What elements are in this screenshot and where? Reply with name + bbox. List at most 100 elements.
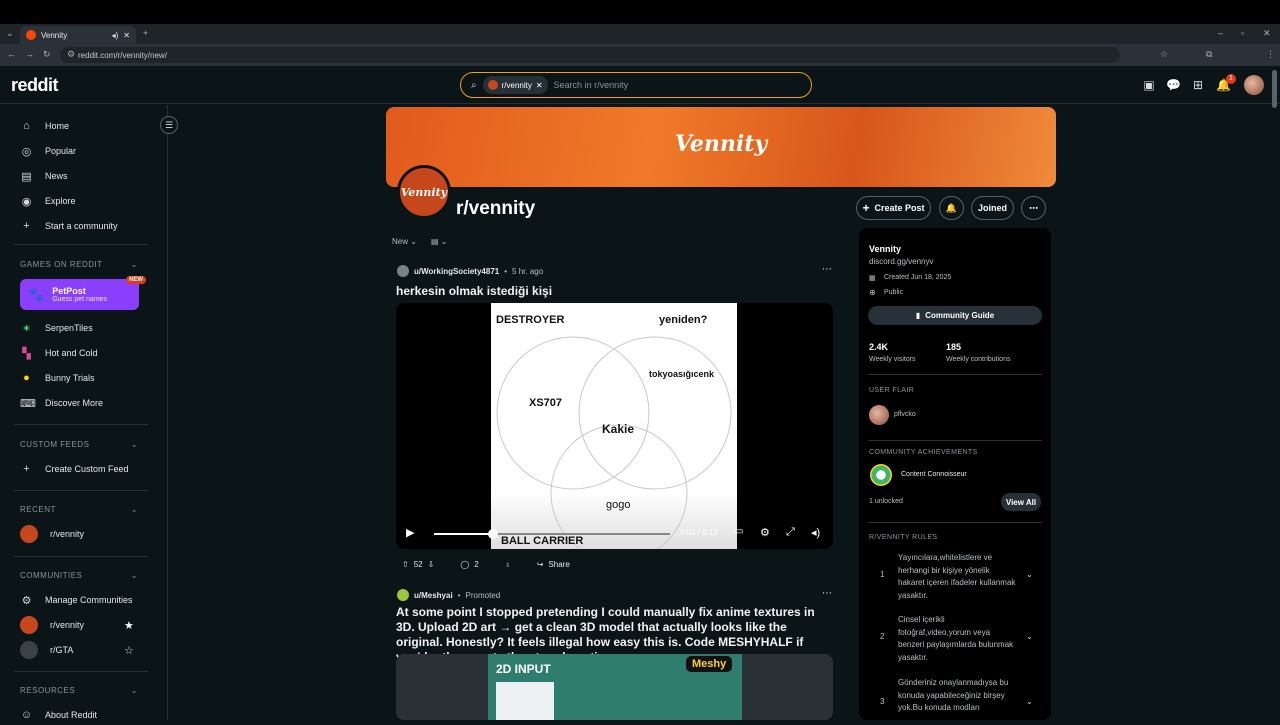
rule-text: Yayıncılara,whitelistlere ve herhangi bi… xyxy=(898,553,1016,600)
feed-sort-row: New ⌄ ▤ ⌄ xyxy=(392,237,447,246)
tab-audio-icon[interactable]: ◂) xyxy=(112,31,119,40)
post-options-icon[interactable]: ⋯ xyxy=(822,264,832,275)
more-options-button[interactable]: ⋯ xyxy=(1021,196,1046,220)
resources-header[interactable]: RESOURCES ⌄ xyxy=(20,686,138,695)
back-icon[interactable]: ← xyxy=(7,49,16,59)
reload-icon[interactable]: ↻ xyxy=(43,49,51,60)
post-author-avatar[interactable] xyxy=(397,589,409,601)
captions-icon[interactable]: ▭ xyxy=(734,526,743,537)
promoted-media[interactable]: 2D INPUT Meshy xyxy=(396,654,833,720)
volume-icon[interactable]: ◂) xyxy=(811,526,820,539)
advertise-icon[interactable]: ▣ xyxy=(1142,78,1156,92)
video-seek-handle[interactable] xyxy=(488,529,498,539)
fullscreen-icon[interactable]: ⤢ xyxy=(786,526,795,539)
manage-communities[interactable]: ⚙ Manage Communities xyxy=(20,590,133,610)
notification-bell-button[interactable]: 🔔 xyxy=(939,196,964,220)
vote-count: 52 xyxy=(413,559,423,569)
window-close-icon[interactable]: ✕ xyxy=(1263,28,1271,39)
favorite-star-filled-icon[interactable]: ★ xyxy=(124,619,134,632)
new-tab-icon[interactable]: + xyxy=(143,28,148,38)
joined-button[interactable]: Joined xyxy=(971,196,1014,220)
game-bunny-trials[interactable]: ● Bunny Trials xyxy=(20,368,94,388)
favorite-star-icon[interactable]: ☆ xyxy=(124,644,134,657)
bookmark-star-icon[interactable]: ☆ xyxy=(1160,49,1168,60)
about-reddit[interactable]: ☺ About Reddit xyxy=(20,705,97,725)
search-input[interactable]: Search in r/vennity xyxy=(554,80,629,90)
create-custom-feed[interactable]: + Create Custom Feed xyxy=(20,459,128,479)
browser-tab[interactable]: Vennity ◂) ✕ xyxy=(20,26,136,44)
extensions-icon[interactable]: ⧉ xyxy=(1206,49,1212,60)
post-author[interactable]: u/Meshyai xyxy=(414,591,453,600)
maximize-icon[interactable]: ▫ xyxy=(1241,28,1244,38)
game-discover-more[interactable]: ⌨ Discover More xyxy=(20,393,103,413)
nav-news[interactable]: ▤ News xyxy=(20,166,67,186)
tab-close-icon[interactable]: ✕ xyxy=(123,31,130,40)
collapse-sidebar-button[interactable]: ☰ xyxy=(160,116,178,134)
settings-gear-icon[interactable]: ⚙ xyxy=(760,526,770,539)
recent-vennity[interactable]: r/vennity xyxy=(20,524,84,544)
forward-icon[interactable]: → xyxy=(25,49,34,59)
chevron-down-icon: ⌄ xyxy=(440,237,448,246)
community-guide-button[interactable]: ▮ Community Guide xyxy=(868,306,1042,325)
tab-list-icon[interactable]: ⌄ xyxy=(6,28,14,39)
url-bar[interactable]: reddit.com/r/vennity/new/ xyxy=(60,47,1120,63)
home-icon: ⌂ xyxy=(23,120,30,132)
browser-menu-icon[interactable]: ⋮ xyxy=(1266,49,1275,60)
search-bar[interactable]: ⌕ r/vennity ✕ Search in r/vennity xyxy=(460,72,812,98)
communities-header[interactable]: COMMUNITIES ⌄ xyxy=(20,571,138,580)
view-dropdown[interactable]: ▤ ⌄ xyxy=(431,237,448,246)
post-author[interactable]: u/WorkingSociety4871 xyxy=(414,267,499,276)
rule-item[interactable]: 3 Gönderiniz onaylanmadıysa bu konuda ya… xyxy=(868,677,1042,720)
play-icon[interactable]: ▶ xyxy=(406,526,414,539)
flair-username[interactable]: pflvcko xyxy=(894,411,916,418)
view-all-button[interactable]: View All xyxy=(1001,493,1041,511)
nav-start-community[interactable]: + Start a community xyxy=(20,216,117,236)
flair-avatar[interactable] xyxy=(869,405,889,425)
chevron-down-icon: ⌄ xyxy=(130,571,138,580)
nav-home[interactable]: ⌂ Home xyxy=(20,116,69,136)
petpost-game[interactable]: 🐾 PetPost Guess pet names xyxy=(20,279,139,310)
upvote-icon[interactable]: ⇧ xyxy=(402,560,409,569)
award-button[interactable]: ♁ xyxy=(501,556,515,572)
banner-logo: Vennity xyxy=(674,131,768,157)
chevron-down-icon: ⌄ xyxy=(130,505,138,514)
video-player[interactable]: DESTROYER yeniden? XS707 tokyoasığıcenk … xyxy=(396,303,833,549)
post-author-avatar[interactable] xyxy=(397,265,409,277)
promo-image-label: 2D INPUT xyxy=(496,662,551,676)
site-info-icon[interactable]: ⚙ xyxy=(67,49,75,60)
search-community-chip[interactable]: r/vennity ✕ xyxy=(482,76,548,94)
chip-close-icon[interactable]: ✕ xyxy=(536,81,543,90)
community-vennity[interactable]: r/vennity xyxy=(20,615,84,635)
create-icon[interactable]: ⊞ xyxy=(1191,78,1205,92)
nav-label: r/GTA xyxy=(50,645,74,655)
comments-button[interactable]: ◯ 2 xyxy=(456,556,482,572)
sort-dropdown[interactable]: New ⌄ xyxy=(392,237,417,246)
section-title: RESOURCES xyxy=(20,686,76,695)
nav-label: r/vennity xyxy=(50,620,85,630)
community-gta[interactable]: r/GTA xyxy=(20,640,73,660)
achievement-name[interactable]: Content Connoisseur xyxy=(901,471,967,478)
community-link[interactable]: discord.gg/vennyv xyxy=(869,257,933,266)
reddit-logo[interactable]: reddit xyxy=(11,75,59,96)
game-hot-and-cold[interactable]: ▚ Hot and Cold xyxy=(20,343,97,363)
recent-header[interactable]: RECENT ⌄ xyxy=(20,505,138,514)
promoted-post-card[interactable]: u/Meshyai • Promoted xyxy=(388,589,844,601)
chat-icon[interactable]: 💬 xyxy=(1166,78,1181,92)
page-scrollbar[interactable] xyxy=(1272,70,1277,108)
downvote-icon[interactable]: ⇩ xyxy=(428,560,435,569)
games-section-header[interactable]: GAMES ON REDDIT ⌄ xyxy=(20,260,138,269)
share-button[interactable]: ↪ Share xyxy=(533,556,574,572)
nav-explore[interactable]: ◉ Explore xyxy=(20,191,76,211)
minimize-icon[interactable]: – xyxy=(1218,28,1223,38)
user-avatar[interactable] xyxy=(1244,75,1264,95)
nav-popular[interactable]: ◎ Popular xyxy=(20,141,76,161)
post-card[interactable]: u/WorkingSociety4871 • 5 hr. ago xyxy=(388,265,844,277)
create-post-button[interactable]: + Create Post xyxy=(856,196,931,220)
post-title[interactable]: herkesin olmak istediği kişi xyxy=(396,284,552,298)
chevron-down-icon: ⌄ xyxy=(410,237,417,246)
custom-feeds-header[interactable]: CUSTOM FEEDS ⌄ xyxy=(20,440,138,449)
game-serpentiles[interactable]: ✶ SerpenTiles xyxy=(20,318,93,338)
news-icon: ▤ xyxy=(21,170,32,183)
community-avatar xyxy=(20,616,38,634)
post-options-icon[interactable]: ⋯ xyxy=(822,588,832,599)
